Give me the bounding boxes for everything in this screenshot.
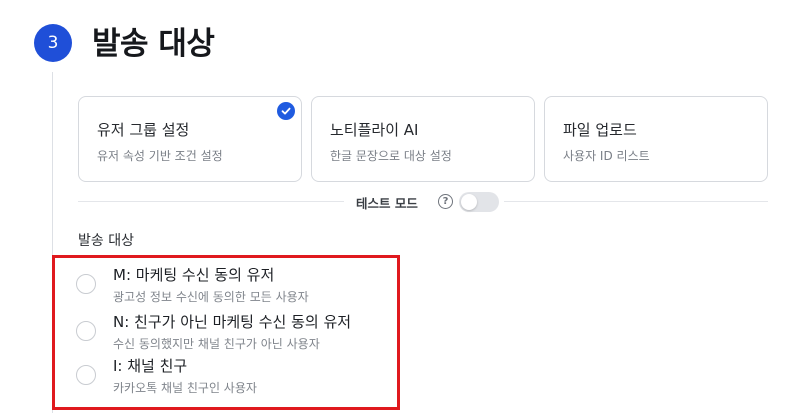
divider [78, 201, 344, 202]
option-title: N: 친구가 아닌 마케팅 수신 동의 유저 [113, 313, 352, 331]
card-notifly-ai[interactable]: 노티플라이 AI 한글 문장으로 대상 설정 [311, 96, 535, 182]
help-icon[interactable]: ? [438, 194, 453, 209]
check-circle-icon [277, 102, 295, 120]
target-section-label: 발송 대상 [78, 233, 134, 249]
radio-button[interactable] [76, 321, 96, 341]
radio-button[interactable] [76, 274, 96, 294]
option-subtitle: 수신 동의했지만 채널 친구가 아닌 사용자 [113, 337, 320, 351]
step-title: 발송 대상 [92, 26, 215, 62]
send-target-step: 3 발송 대상 유저 그룹 설정 유저 속성 기반 조건 설정 노티플라이 AI… [0, 0, 798, 413]
target-option-non-friend[interactable]: N: 친구가 아닌 마케팅 수신 동의 유저 수신 동의했지만 채널 친구가 아… [76, 311, 396, 353]
target-option-marketing[interactable]: M: 마케팅 수신 동의 유저 광고성 정보 수신에 동의한 모든 사용자 [76, 264, 396, 306]
divider [504, 201, 768, 202]
test-mode-label: 테스트 모드 [356, 196, 418, 211]
card-title: 파일 업로드 [563, 121, 637, 139]
card-title: 노티플라이 AI [330, 121, 419, 139]
test-mode-toggle[interactable] [459, 192, 499, 212]
target-option-channel-friend[interactable]: I: 채널 친구 카카오톡 채널 친구인 사용자 [76, 355, 396, 397]
option-subtitle: 카카오톡 채널 친구인 사용자 [113, 381, 257, 395]
card-subtitle: 사용자 ID 리스트 [563, 149, 650, 163]
card-file-upload[interactable]: 파일 업로드 사용자 ID 리스트 [544, 96, 768, 182]
option-title: M: 마케팅 수신 동의 유저 [113, 266, 275, 284]
radio-button[interactable] [76, 365, 96, 385]
card-user-group[interactable]: 유저 그룹 설정 유저 속성 기반 조건 설정 [78, 96, 302, 182]
card-subtitle: 한글 문장으로 대상 설정 [330, 149, 452, 163]
card-title: 유저 그룹 설정 [97, 121, 190, 139]
option-subtitle: 광고성 정보 수신에 동의한 모든 사용자 [113, 290, 309, 304]
option-title: I: 채널 친구 [113, 357, 188, 375]
toggle-knob [461, 194, 477, 210]
step-number-badge: 3 [34, 24, 72, 62]
help-glyph: ? [442, 196, 449, 207]
step-number: 3 [47, 33, 59, 53]
card-subtitle: 유저 속성 기반 조건 설정 [97, 149, 223, 163]
